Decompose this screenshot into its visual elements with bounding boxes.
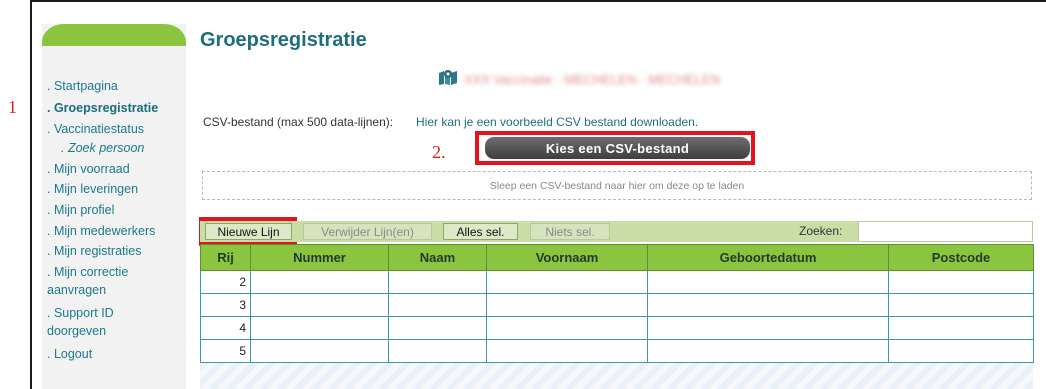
geboortedatum-cell[interactable] (647, 270, 889, 294)
naam-cell[interactable] (388, 339, 487, 363)
sidebar: . Startpagina . Groepsregistratie . Vacc… (42, 24, 186, 389)
sidebar-item-startpagina[interactable]: . Startpagina (47, 77, 118, 95)
window-top-border (30, 0, 1046, 2)
column-header-postcode[interactable]: Postcode (888, 244, 1034, 271)
csv-example-link[interactable]: Hier kan je een voorbeeld CSV bestand do… (416, 115, 698, 129)
nummer-cell[interactable] (250, 339, 389, 363)
column-header-naam[interactable]: Naam (388, 244, 487, 271)
sidebar-item-groepsregistratie[interactable]: . Groepsregistratie (47, 99, 158, 117)
sidebar-item-mijn-medewerkers[interactable]: . Mijn medewerkers (47, 222, 155, 240)
column-header-voornaam[interactable]: Voornaam (486, 244, 648, 271)
naam-cell[interactable] (388, 293, 487, 317)
search-input[interactable] (858, 221, 1033, 242)
nummer-cell[interactable] (250, 293, 389, 317)
location-icon (438, 68, 458, 91)
postcode-cell[interactable] (888, 316, 1034, 340)
page-title: Groepsregistratie (200, 29, 367, 51)
select-none-button[interactable]: Niets sel. (530, 223, 610, 240)
geboortedatum-cell[interactable] (647, 293, 889, 317)
sidebar-item-label-continuation: doorgeven (47, 324, 107, 338)
nummer-cell[interactable] (250, 270, 389, 294)
window-left-border (30, 0, 32, 389)
delete-lines-button[interactable]: Verwijder Lijn(en) (303, 223, 432, 240)
sidebar-item-zoek-persoon[interactable]: . Zoek persoon (61, 139, 144, 157)
sidebar-item-logout[interactable]: . Logout (47, 345, 92, 363)
csv-label: CSV-bestand (max 500 data-lijnen): (203, 115, 394, 129)
table-toolbar: Nieuwe Lijn Verwijder Lijn(en) Alles sel… (200, 221, 1033, 242)
voornaam-cell[interactable] (486, 316, 648, 340)
sidebar-item-label: . Support ID (47, 306, 114, 320)
table-header-row: Rij Nummer Naam Voornaam Geboortedatum P… (200, 244, 1034, 271)
location-header: XXX Vaccinatie - MECHELEN - MECHELEN (438, 69, 720, 89)
upload-csv-button[interactable]: Kies een CSV-bestand (485, 137, 750, 159)
voornaam-cell[interactable] (486, 293, 648, 317)
new-line-button[interactable]: Nieuwe Lijn (205, 223, 292, 240)
column-header-rij[interactable]: Rij (200, 244, 251, 271)
sidebar-item-label: . Mijn correctie (47, 265, 129, 279)
sidebar-item-mijn-leveringen[interactable]: . Mijn leveringen (47, 180, 138, 198)
row-number-cell: 4 (200, 316, 251, 340)
search-label: Zoeken: (799, 224, 843, 238)
row-number-cell: 2 (200, 270, 251, 294)
voornaam-cell[interactable] (486, 339, 648, 363)
select-all-button[interactable]: Alles sel. (443, 223, 518, 240)
postcode-cell[interactable] (888, 293, 1034, 317)
table-row[interactable]: 5 (200, 339, 1034, 363)
geboortedatum-cell[interactable] (647, 339, 889, 363)
row-number-cell: 3 (200, 293, 251, 317)
sidebar-item-mijn-correctie[interactable]: . Mijn correctie aanvragen (47, 263, 128, 299)
sidebar-item-vaccinatiestatus[interactable]: . Vaccinatiestatus (47, 120, 144, 138)
sidebar-header-tab (42, 24, 186, 46)
naam-cell[interactable] (388, 270, 487, 294)
location-name: XXX Vaccinatie - MECHELEN - MECHELEN (464, 71, 721, 87)
table-row[interactable]: 4 (200, 316, 1034, 340)
table-row[interactable]: 2 (200, 270, 1034, 294)
registration-grid: Rij Nummer Naam Voornaam Geboortedatum P… (200, 244, 1034, 389)
column-header-geboortedatum[interactable]: Geboortedatum (647, 244, 889, 271)
postcode-cell[interactable] (888, 270, 1034, 294)
csv-dropzone[interactable]: Sleep een CSV-bestand naar hier om deze … (202, 171, 1032, 200)
annotation-step-1: 1 (8, 97, 17, 117)
sidebar-item-support-id[interactable]: . Support ID doorgeven (47, 304, 114, 340)
annotation-step-2: 2. (432, 142, 446, 162)
registration-table: Rij Nummer Naam Voornaam Geboortedatum P… (200, 244, 1034, 363)
sidebar-item-mijn-voorraad[interactable]: . Mijn voorraad (47, 160, 130, 178)
postcode-cell[interactable] (888, 339, 1034, 363)
table-row[interactable]: 3 (200, 293, 1034, 317)
voornaam-cell[interactable] (486, 270, 648, 294)
geboortedatum-cell[interactable] (647, 316, 889, 340)
sidebar-item-label-continuation: aanvragen (47, 283, 107, 297)
row-number-cell: 5 (200, 339, 251, 363)
naam-cell[interactable] (388, 316, 487, 340)
column-header-nummer[interactable]: Nummer (250, 244, 389, 271)
sidebar-item-mijn-profiel[interactable]: . Mijn profiel (47, 201, 114, 219)
sidebar-item-mijn-registraties[interactable]: . Mijn registraties (47, 242, 141, 260)
nummer-cell[interactable] (250, 316, 389, 340)
dropzone-text: Sleep een CSV-bestand naar hier om deze … (489, 179, 745, 192)
